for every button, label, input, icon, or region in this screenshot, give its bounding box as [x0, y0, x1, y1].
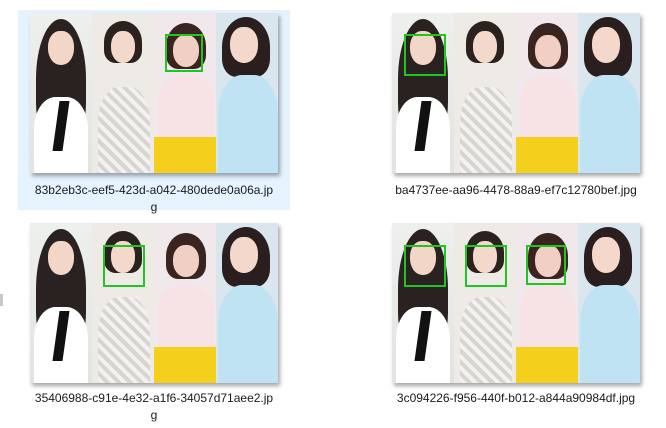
image-thumbnail[interactable] [392, 223, 640, 383]
file-name: 35406988-c91e-4e32-a1f6-34057d71aee2.jpg [34, 391, 274, 422]
face-detection-box [404, 245, 446, 287]
photo-panel-1 [30, 13, 92, 173]
pane-resize-handle[interactable] [0, 294, 3, 306]
photo-panel-4 [216, 13, 278, 173]
face-detection-box [103, 245, 145, 287]
face-detection-box [465, 245, 507, 287]
image-thumbnail[interactable] [30, 13, 278, 173]
file-name: 3c094226-f956-440f-b012-a844a90984df.jpg [396, 391, 636, 405]
file-name: 83b2eb3c-eef5-423d-a042-480dede0a06a.jpg [34, 183, 274, 214]
photo-panel-4 [578, 223, 640, 383]
face-detection-box [526, 245, 566, 285]
file-name: ba4737ee-aa96-4478-88a9-ef7c12780bef.jpg [395, 183, 637, 197]
photo-panel-2 [454, 13, 516, 173]
photo-panel-1 [30, 223, 92, 383]
file-item[interactable]: 3c094226-f956-440f-b012-a844a90984df.jpg [380, 220, 652, 420]
face-detection-box [404, 34, 446, 76]
file-item[interactable]: 35406988-c91e-4e32-a1f6-34057d71aee2.jpg [18, 220, 290, 422]
photo-panel-2 [92, 13, 154, 173]
file-item[interactable]: 83b2eb3c-eef5-423d-a042-480dede0a06a.jpg [18, 10, 290, 214]
file-item[interactable]: ba4737ee-aa96-4478-88a9-ef7c12780bef.jpg [380, 10, 652, 210]
photo-panel-3 [516, 13, 578, 173]
photo-panel-4 [216, 223, 278, 383]
image-thumbnail[interactable] [30, 223, 278, 383]
photo-panel-4 [578, 13, 640, 173]
image-thumbnail[interactable] [392, 13, 640, 173]
photo-panel-3 [154, 223, 216, 383]
face-detection-box [165, 34, 203, 72]
